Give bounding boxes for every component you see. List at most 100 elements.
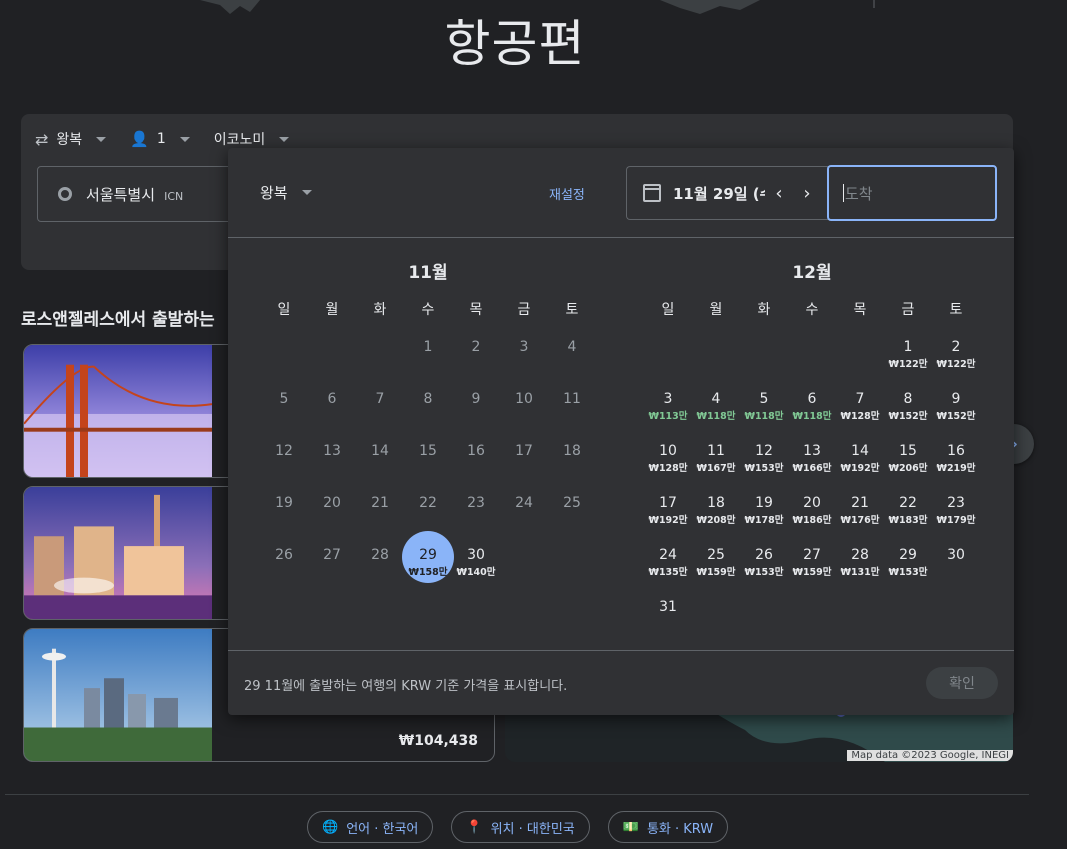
day-cell[interactable]: 3 ₩113만: [644, 385, 692, 437]
day-cell[interactable]: 10 ₩128만: [644, 437, 692, 489]
day-number: 21: [371, 495, 389, 511]
day-cell[interactable]: 30: [932, 541, 980, 593]
location-chip[interactable]: 📍 위치 · 대한민국: [451, 811, 590, 843]
day-number: 14: [371, 443, 389, 459]
day-cell[interactable]: 24 ₩135만: [644, 541, 692, 593]
weekday-label: 토: [565, 302, 579, 318]
day-number: 13: [323, 443, 341, 459]
day-cell[interactable]: 22 ₩183만: [884, 489, 932, 541]
day-cell: 16: [452, 437, 500, 489]
day-price: ₩128만: [648, 463, 688, 474]
day-number: 28: [851, 547, 869, 563]
day-number: 10: [659, 443, 677, 459]
currency-label: 통화 · KRW: [646, 821, 714, 837]
departure-date-value: 11월 29일 (수: [673, 184, 765, 203]
return-date-input[interactable]: 도착: [827, 165, 997, 221]
day-cell[interactable]: 27 ₩159만: [788, 541, 836, 593]
day-cell[interactable]: 9 ₩152만: [932, 385, 980, 437]
day-cell: 28: [356, 541, 404, 593]
empty-day-cell: [260, 333, 308, 385]
day-cell[interactable]: 31: [644, 593, 692, 645]
day-cell[interactable]: 28 ₩131만: [836, 541, 884, 593]
day-number: 10: [515, 391, 533, 407]
return-date-placeholder: 도착: [845, 184, 873, 203]
previous-date-button[interactable]: ‹: [765, 183, 793, 204]
chevron-down-icon: [179, 136, 190, 142]
day-price: ₩178만: [744, 515, 784, 526]
day-cell[interactable]: 20 ₩186만: [788, 489, 836, 541]
day-cell[interactable]: 30 ₩140만: [452, 541, 500, 593]
day-cell[interactable]: 18 ₩208만: [692, 489, 740, 541]
day-cell[interactable]: 23 ₩179만: [932, 489, 980, 541]
departure-date-field[interactable]: 11월 29일 (수 ‹ ›: [626, 166, 830, 220]
day-cell[interactable]: 12 ₩153만: [740, 437, 788, 489]
weekday-label: 토: [949, 302, 963, 318]
day-number: 25: [707, 547, 725, 563]
day-price: ₩118만: [792, 411, 832, 422]
day-cell-selected[interactable]: 29 ₩158만: [402, 531, 454, 593]
day-number: 5: [279, 391, 289, 407]
day-cell[interactable]: 21 ₩176만: [836, 489, 884, 541]
reset-button[interactable]: 재설정: [549, 184, 585, 203]
day-cell[interactable]: 6 ₩118만: [788, 385, 836, 437]
month-title: 11월: [408, 263, 448, 283]
day-cell[interactable]: 15 ₩206만: [884, 437, 932, 489]
next-date-button[interactable]: ›: [793, 183, 821, 204]
day-cell[interactable]: 1 ₩122만: [884, 333, 932, 385]
weekday-label: 월: [709, 302, 723, 318]
day-cell: 9: [452, 385, 500, 437]
language-chip[interactable]: 🌐 언어 · 한국어: [307, 811, 434, 843]
day-number: 22: [899, 495, 917, 511]
footer-divider: [5, 794, 1029, 795]
day-cell[interactable]: 11 ₩167만: [692, 437, 740, 489]
day-price: ₩128만: [840, 411, 880, 422]
day-number: 30: [947, 547, 965, 563]
day-cell: 17: [500, 437, 548, 489]
day-price: ₩153만: [744, 567, 784, 578]
globe-icon: 🌐: [322, 819, 339, 835]
empty-day-cell: [788, 333, 836, 385]
day-cell: 13: [308, 437, 356, 489]
day-number: 16: [947, 443, 965, 459]
picker-trip-type-select[interactable]: 왕복: [260, 182, 312, 203]
trip-type-select[interactable]: ⇄ 왕복: [35, 129, 107, 149]
day-cell[interactable]: 29 ₩153만: [884, 541, 932, 593]
day-cell: 3: [500, 333, 548, 385]
day-cell[interactable]: 7 ₩128만: [836, 385, 884, 437]
day-number: 12: [275, 443, 293, 459]
day-price: ₩140만: [456, 567, 496, 578]
chevron-down-icon: [279, 136, 290, 142]
calendar-icon: [643, 184, 661, 202]
day-cell[interactable]: 14 ₩192만: [836, 437, 884, 489]
day-number: 19: [275, 495, 293, 511]
empty-day-cell: [356, 333, 404, 385]
day-price: ₩192만: [840, 463, 880, 474]
day-cell[interactable]: 2 ₩122만: [932, 333, 980, 385]
day-cell: 18: [548, 437, 596, 489]
day-number: 6: [327, 391, 337, 407]
day-number: 8: [903, 391, 913, 407]
confirm-button[interactable]: 확인: [926, 667, 998, 699]
cabin-select[interactable]: 이코노미: [214, 129, 290, 149]
day-cell[interactable]: 4 ₩118만: [692, 385, 740, 437]
day-price: ₩206만: [888, 463, 928, 474]
day-cell: 10: [500, 385, 548, 437]
day-cell[interactable]: 26 ₩153만: [740, 541, 788, 593]
day-price: ₩179만: [936, 515, 976, 526]
day-price: ₩192만: [648, 515, 688, 526]
day-cell[interactable]: 16 ₩219만: [932, 437, 980, 489]
day-cell[interactable]: 13 ₩166만: [788, 437, 836, 489]
day-cell: 21: [356, 489, 404, 541]
currency-chip[interactable]: 💵 통화 · KRW: [607, 811, 729, 843]
day-price: ₩153만: [888, 567, 928, 578]
day-cell[interactable]: 17 ₩192만: [644, 489, 692, 541]
day-cell[interactable]: 5 ₩118만: [740, 385, 788, 437]
day-cell[interactable]: 19 ₩178만: [740, 489, 788, 541]
day-cell[interactable]: 25 ₩159만: [692, 541, 740, 593]
day-cell[interactable]: 8 ₩152만: [884, 385, 932, 437]
passengers-select[interactable]: 👤 1: [130, 130, 190, 148]
weekday-label: 목: [469, 302, 483, 318]
passengers-count: 1: [156, 131, 166, 147]
day-number: 26: [275, 547, 293, 563]
day-number: 12: [755, 443, 773, 459]
